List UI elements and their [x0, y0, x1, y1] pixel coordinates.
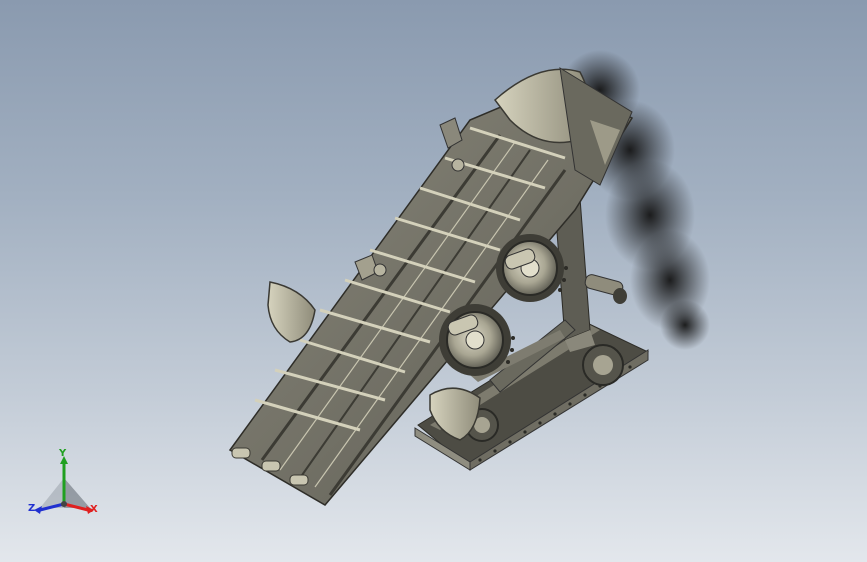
- coordinate-triad: Y Z X: [24, 448, 106, 526]
- graphics-viewport[interactable]: Y Z X: [0, 0, 867, 562]
- lower-flywheel[interactable]: [439, 304, 511, 376]
- left-scoop[interactable]: [267, 281, 316, 343]
- x-axis-label: X: [90, 504, 98, 515]
- robot-assembly-model[interactable]: [0, 0, 867, 562]
- y-axis-label: Y: [59, 448, 67, 459]
- upper-flywheel[interactable]: [496, 234, 564, 302]
- z-axis-label: Z: [28, 503, 36, 514]
